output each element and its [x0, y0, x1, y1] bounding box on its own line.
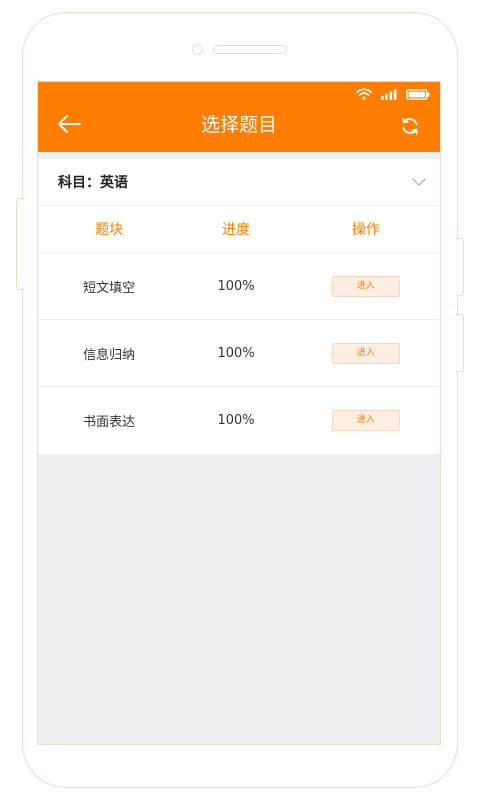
column-header-action: 操作: [351, 222, 380, 238]
top-bar: 选择题目: [38, 82, 440, 152]
signal-icon: [381, 88, 397, 100]
table-header: 题块 进度 操作: [38, 206, 440, 253]
row-action-cell: 进入: [292, 342, 440, 364]
enter-button[interactable]: 进入: [331, 410, 400, 431]
status-bar: [356, 87, 430, 101]
row-progress: 100%: [217, 278, 255, 294]
refresh-icon: [402, 117, 418, 135]
subject-selector[interactable]: 科目：英语: [38, 159, 440, 206]
table-row: 短文填空 100% 进入: [38, 253, 440, 320]
table-row: 书面表达 100% 进入: [38, 387, 440, 454]
subject-label: 科目：英语: [58, 175, 128, 191]
row-progress: 100%: [217, 413, 255, 428]
phone-speaker: [213, 45, 287, 54]
app-screen: 选择题目 科目：英语 题块 进度 操作 短文填空 100% 进入 信息归纳 10…: [37, 81, 441, 745]
column-header-block: 题块: [95, 222, 124, 238]
row-action-cell: 进入: [292, 275, 440, 297]
page-title: 选择题目: [200, 114, 277, 136]
phone-camera: [192, 44, 203, 55]
refresh-button[interactable]: [400, 116, 420, 136]
enter-button[interactable]: 进入: [331, 342, 400, 364]
phone-volume-up-button: [456, 238, 464, 296]
row-progress: 100%: [217, 345, 255, 361]
chevron-down-icon: [412, 178, 426, 186]
row-block-name: 书面表达: [83, 415, 136, 430]
arrow-left-icon: [58, 115, 81, 133]
row-block-name: 信息归纳: [83, 347, 136, 363]
phone-side-button: [16, 198, 24, 290]
enter-button[interactable]: 进入: [331, 275, 400, 297]
row-block-name: 短文填空: [83, 280, 136, 296]
table-row: 信息归纳 100% 进入: [38, 320, 440, 387]
wifi-icon: [356, 88, 372, 100]
column-header-progress: 进度: [222, 222, 251, 238]
content-panel: 科目：英语 题块 进度 操作 短文填空 100% 进入 信息归纳 100% 进入: [38, 159, 440, 454]
back-button[interactable]: [56, 113, 82, 135]
battery-icon: [406, 88, 430, 100]
row-action-cell: 进入: [292, 410, 440, 431]
phone-volume-down-button: [456, 314, 464, 372]
